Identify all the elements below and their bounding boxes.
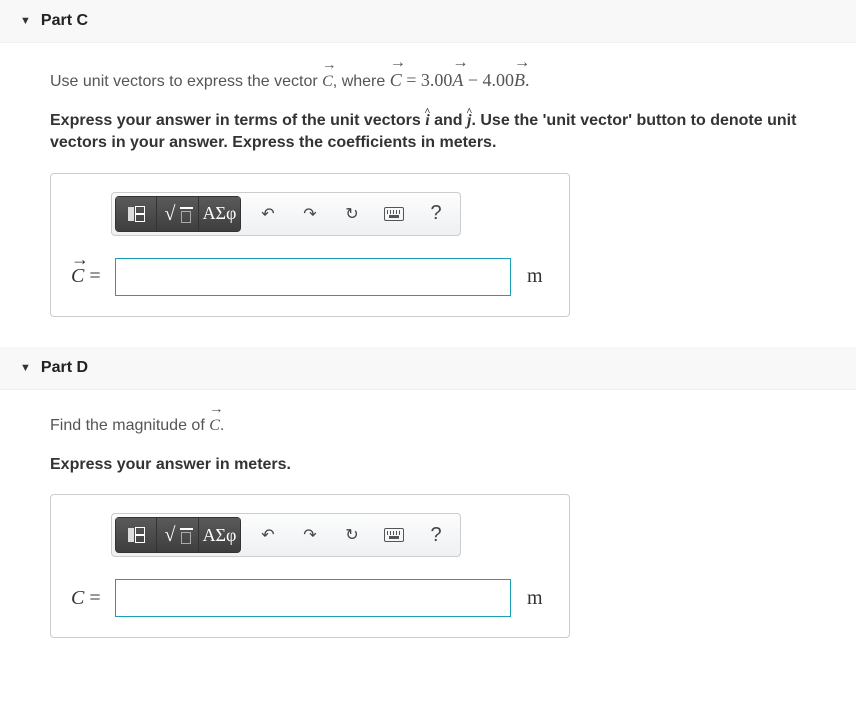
- equation-toolbar: ΑΣφ ↶ ↷ ↻ ?: [111, 513, 461, 557]
- answer-row: C = m: [71, 579, 549, 617]
- part-body: Use unit vectors to express the vector →…: [0, 43, 856, 327]
- templates-button[interactable]: [115, 196, 157, 232]
- answer-box: ΑΣφ ↶ ↷ ↻ ? C = m: [50, 494, 570, 638]
- symbols-button[interactable]: ΑΣφ: [199, 517, 241, 553]
- problem-text: Use unit vectors to express the vector →…: [50, 67, 806, 94]
- collapse-icon: ▼: [20, 362, 31, 374]
- answer-unit: m: [527, 265, 549, 288]
- help-label: ?: [430, 202, 441, 225]
- sqrt-button[interactable]: [157, 517, 199, 553]
- part-d: ▼ Part D Find the magnitude of →C. Expre…: [0, 347, 856, 648]
- answer-lhs: →C =: [71, 265, 105, 288]
- undo-icon: ↶: [261, 204, 274, 224]
- undo-button[interactable]: ↶: [247, 196, 289, 232]
- reset-icon: ↻: [345, 204, 358, 224]
- undo-icon: ↶: [261, 525, 274, 545]
- equation-toolbar: ΑΣφ ↶ ↷ ↻ ?: [111, 192, 461, 236]
- templates-button[interactable]: [115, 517, 157, 553]
- answer-row: →C = m: [71, 258, 549, 296]
- problem-text: Find the magnitude of →C.: [50, 414, 806, 438]
- keyboard-button[interactable]: [373, 196, 415, 232]
- redo-button[interactable]: ↷: [289, 517, 331, 553]
- undo-button[interactable]: ↶: [247, 517, 289, 553]
- redo-icon: ↷: [303, 204, 316, 224]
- help-button[interactable]: ?: [415, 517, 457, 553]
- symbols-label: ΑΣφ: [203, 203, 237, 224]
- part-header[interactable]: ▼ Part C: [0, 0, 856, 43]
- reset-button[interactable]: ↻: [331, 517, 373, 553]
- part-c: ▼ Part C Use unit vectors to express the…: [0, 0, 856, 327]
- part-title: Part D: [41, 359, 88, 377]
- redo-button[interactable]: ↷: [289, 196, 331, 232]
- redo-icon: ↷: [303, 525, 316, 545]
- answer-unit: m: [527, 587, 549, 610]
- keyboard-icon: [384, 207, 404, 221]
- part-body: Find the magnitude of →C. Express your a…: [0, 390, 856, 648]
- sqrt-button[interactable]: [157, 196, 199, 232]
- sqrt-icon: [167, 205, 189, 223]
- collapse-icon: ▼: [20, 15, 31, 27]
- templates-icon: [128, 206, 145, 222]
- answer-input[interactable]: [115, 258, 511, 296]
- part-header[interactable]: ▼ Part D: [0, 347, 856, 390]
- keyboard-button[interactable]: [373, 517, 415, 553]
- help-label: ?: [430, 524, 441, 547]
- answer-input[interactable]: [115, 579, 511, 617]
- help-button[interactable]: ?: [415, 196, 457, 232]
- reset-icon: ↻: [345, 525, 358, 545]
- part-title: Part C: [41, 12, 88, 30]
- answer-lhs: C =: [71, 587, 105, 610]
- answer-box: ΑΣφ ↶ ↷ ↻ ? →C = m: [50, 173, 570, 317]
- instruction-text: Express your answer in meters.: [50, 454, 806, 476]
- templates-icon: [128, 527, 145, 543]
- reset-button[interactable]: ↻: [331, 196, 373, 232]
- instruction-text: Express your answer in terms of the unit…: [50, 110, 806, 155]
- symbols-label: ΑΣφ: [203, 525, 237, 546]
- keyboard-icon: [384, 528, 404, 542]
- sqrt-icon: [167, 526, 189, 544]
- symbols-button[interactable]: ΑΣφ: [199, 196, 241, 232]
